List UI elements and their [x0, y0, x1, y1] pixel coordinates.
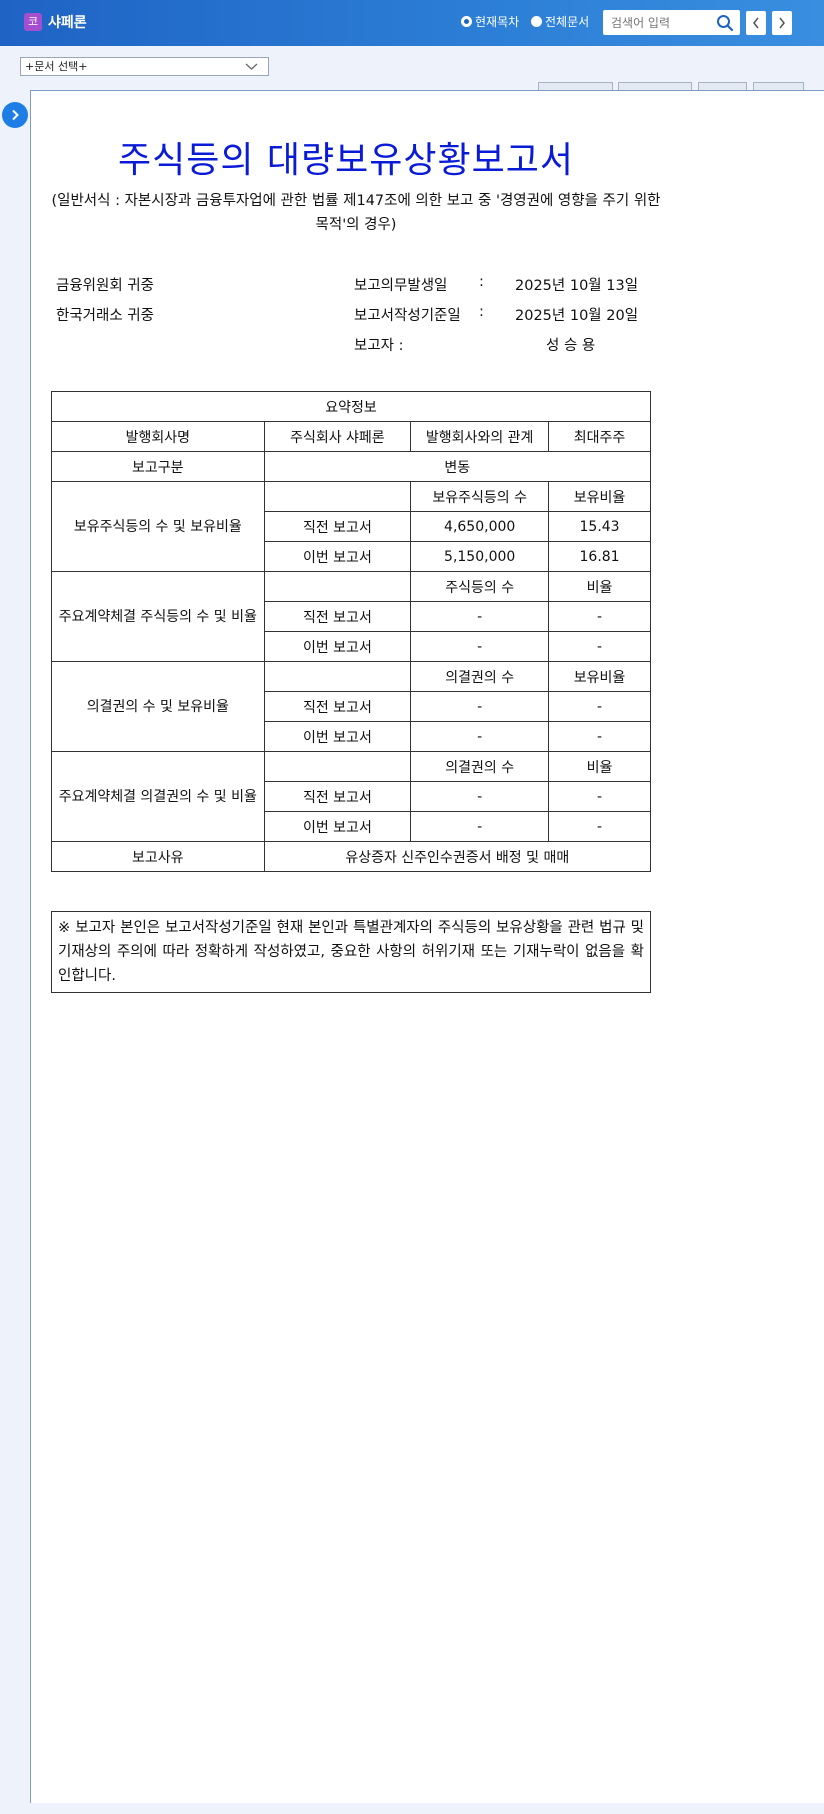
- report-type-label: 보고구분: [51, 451, 265, 482]
- table-cell-dash: -: [548, 811, 651, 842]
- chevron-left-icon: [753, 17, 759, 29]
- recipient-krx: 한국거래소 귀중: [56, 308, 154, 324]
- next-result-button[interactable]: [772, 11, 792, 35]
- voting-col-ratio: 보유비율: [548, 661, 651, 692]
- table-cell-dash: -: [410, 691, 550, 722]
- table-row: 발행회사명 주식회사 샤페론 발행회사와의 관계 최대주주: [51, 421, 651, 452]
- reporter-name: 성 승 용: [546, 338, 596, 354]
- sidebar-toggle-button[interactable]: [2, 102, 28, 128]
- radio-checked-icon: [461, 16, 472, 27]
- table-row: 요약정보: [51, 391, 651, 422]
- holding-this-ratio: 16.81: [548, 541, 651, 572]
- document-title: 주식등의 대량보유상황보고서: [117, 140, 574, 181]
- table-cell-dash: -: [410, 631, 550, 662]
- summary-table: 요약정보 발행회사명 주식회사 샤페론 발행회사와의 관계 최대주주 보고구분 …: [51, 391, 652, 872]
- obligation-date-colon: :: [479, 274, 484, 290]
- holding-col-ratio: 보유비율: [548, 481, 651, 512]
- table-row: 보고사유 유상증자 신주인수권증서 배정 및 매매: [51, 841, 652, 872]
- company-logo-icon: 코: [24, 13, 42, 31]
- prev-result-button[interactable]: [746, 11, 766, 35]
- voting-col-count: 의결권의 수: [410, 661, 550, 692]
- this-report-label: 이번 보고서: [263, 721, 412, 752]
- prev-report-label: 직전 보고서: [263, 691, 412, 722]
- document-subtitle: (일반서식 : 자본시장과 금융투자업에 관한 법률 제147조에 의한 보고 …: [51, 193, 661, 233]
- base-date-value: 2025년 10월 20일: [515, 308, 639, 324]
- obligation-date-value: 2025년 10월 13일: [515, 278, 639, 294]
- table-row: 주요계약체결 의결권의 수 및 비율 의결권의 수 비율: [51, 751, 651, 842]
- document-select[interactable]: +문서 선택+: [20, 57, 269, 76]
- table-cell-dash: -: [548, 781, 651, 812]
- relation-value: 최대주주: [548, 421, 651, 452]
- issuer-name: 주식회사 샤페론: [263, 421, 412, 452]
- holding-prev-ratio: 15.43: [548, 511, 651, 542]
- holding-col-shares: 보유주식등의 수: [410, 481, 550, 512]
- reason-value: 유상증자 신주인수권증서 배정 및 매매: [263, 841, 652, 872]
- table-cell-dash: -: [548, 601, 651, 632]
- table-cell-dash: -: [548, 631, 651, 662]
- table-row: 보유주식등의 수 및 보유비율 보유주식등의 수 보유비율: [51, 481, 651, 572]
- table-row: 보고구분 변동: [51, 451, 652, 482]
- prev-report-label: 직전 보고서: [263, 601, 412, 632]
- radio-current-label: 현재목차: [475, 15, 520, 29]
- table-row: 의결권의 수 및 보유비율 의결권의 수 보유비율: [51, 661, 651, 752]
- contract-shares-col-ratio: 비율: [548, 571, 651, 602]
- table-row: 주요계약체결 주식등의 수 및 비율 주식등의 수 비율: [51, 571, 651, 662]
- search-icon[interactable]: [716, 14, 734, 36]
- document-viewer: 주식등의 대량보유상황보고서 (일반서식 : 자본시장과 금융투자업에 관한 법…: [30, 90, 824, 1803]
- reason-label: 보고사유: [51, 841, 265, 872]
- base-date-colon: :: [479, 304, 484, 320]
- contract-voting-col-ratio: 비율: [548, 751, 651, 782]
- prev-report-label: 직전 보고서: [263, 511, 412, 542]
- radio-current-toc[interactable]: 현재목차: [461, 13, 519, 30]
- table-cell-dash: -: [410, 811, 550, 842]
- document-select-value: +문서 선택+: [25, 60, 88, 73]
- chevron-right-icon: [12, 109, 19, 121]
- holding-prev-shares: 4,650,000: [410, 511, 550, 542]
- holding-this-shares: 5,150,000: [410, 541, 550, 572]
- this-report-label: 이번 보고서: [263, 811, 412, 842]
- table-cell-dash: -: [410, 781, 550, 812]
- obligation-date-label: 보고의무발생일: [354, 278, 448, 294]
- search-input[interactable]: [603, 10, 713, 35]
- contract-voting-label: 주요계약체결 의결권의 수 및 비율: [51, 751, 265, 842]
- table-cell-dash: -: [410, 601, 550, 632]
- issuer-label: 발행회사명: [51, 421, 265, 452]
- table-cell-dash: -: [410, 721, 550, 752]
- base-date-label: 보고서작성기준일: [354, 308, 461, 324]
- contract-shares-col-count: 주식등의 수: [410, 571, 550, 602]
- confirmation-notice: ※ 보고자 본인은 보고서작성기준일 현재 본인과 특별관계자의 주식등의 보유…: [51, 911, 651, 993]
- table-cell-empty: [263, 571, 412, 602]
- radio-all-docs[interactable]: 전체문서: [531, 13, 589, 30]
- chevron-down-icon: [245, 63, 258, 70]
- contract-voting-col-count: 의결권의 수: [410, 751, 550, 782]
- table-cell-empty: [263, 751, 412, 782]
- table-cell-dash: -: [548, 721, 651, 752]
- summary-title: 요약정보: [51, 391, 651, 422]
- chevron-right-icon: [779, 17, 785, 29]
- contract-shares-label: 주요계약체결 주식등의 수 및 비율: [51, 571, 265, 662]
- table-cell-dash: -: [548, 691, 651, 722]
- this-report-label: 이번 보고서: [263, 541, 412, 572]
- reporter-label: 보고자 :: [354, 338, 404, 354]
- company-name: 샤페론: [48, 15, 87, 31]
- table-cell-empty: [263, 481, 412, 512]
- radio-unchecked-icon: [531, 16, 542, 27]
- holding-label: 보유주식등의 수 및 보유비율: [51, 481, 265, 572]
- this-report-label: 이번 보고서: [263, 631, 412, 662]
- relation-label: 발행회사와의 관계: [410, 421, 550, 452]
- search-box: [603, 10, 740, 35]
- table-cell-empty: [263, 661, 412, 692]
- recipient-fsc: 금융위원회 귀중: [56, 278, 154, 294]
- radio-all-label: 전체문서: [545, 15, 590, 29]
- report-type-value: 변동: [263, 451, 652, 482]
- top-bar: 코 샤페론 현재목차 전체문서: [0, 0, 824, 46]
- voting-label: 의결권의 수 및 보유비율: [51, 661, 265, 752]
- prev-report-label: 직전 보고서: [263, 781, 412, 812]
